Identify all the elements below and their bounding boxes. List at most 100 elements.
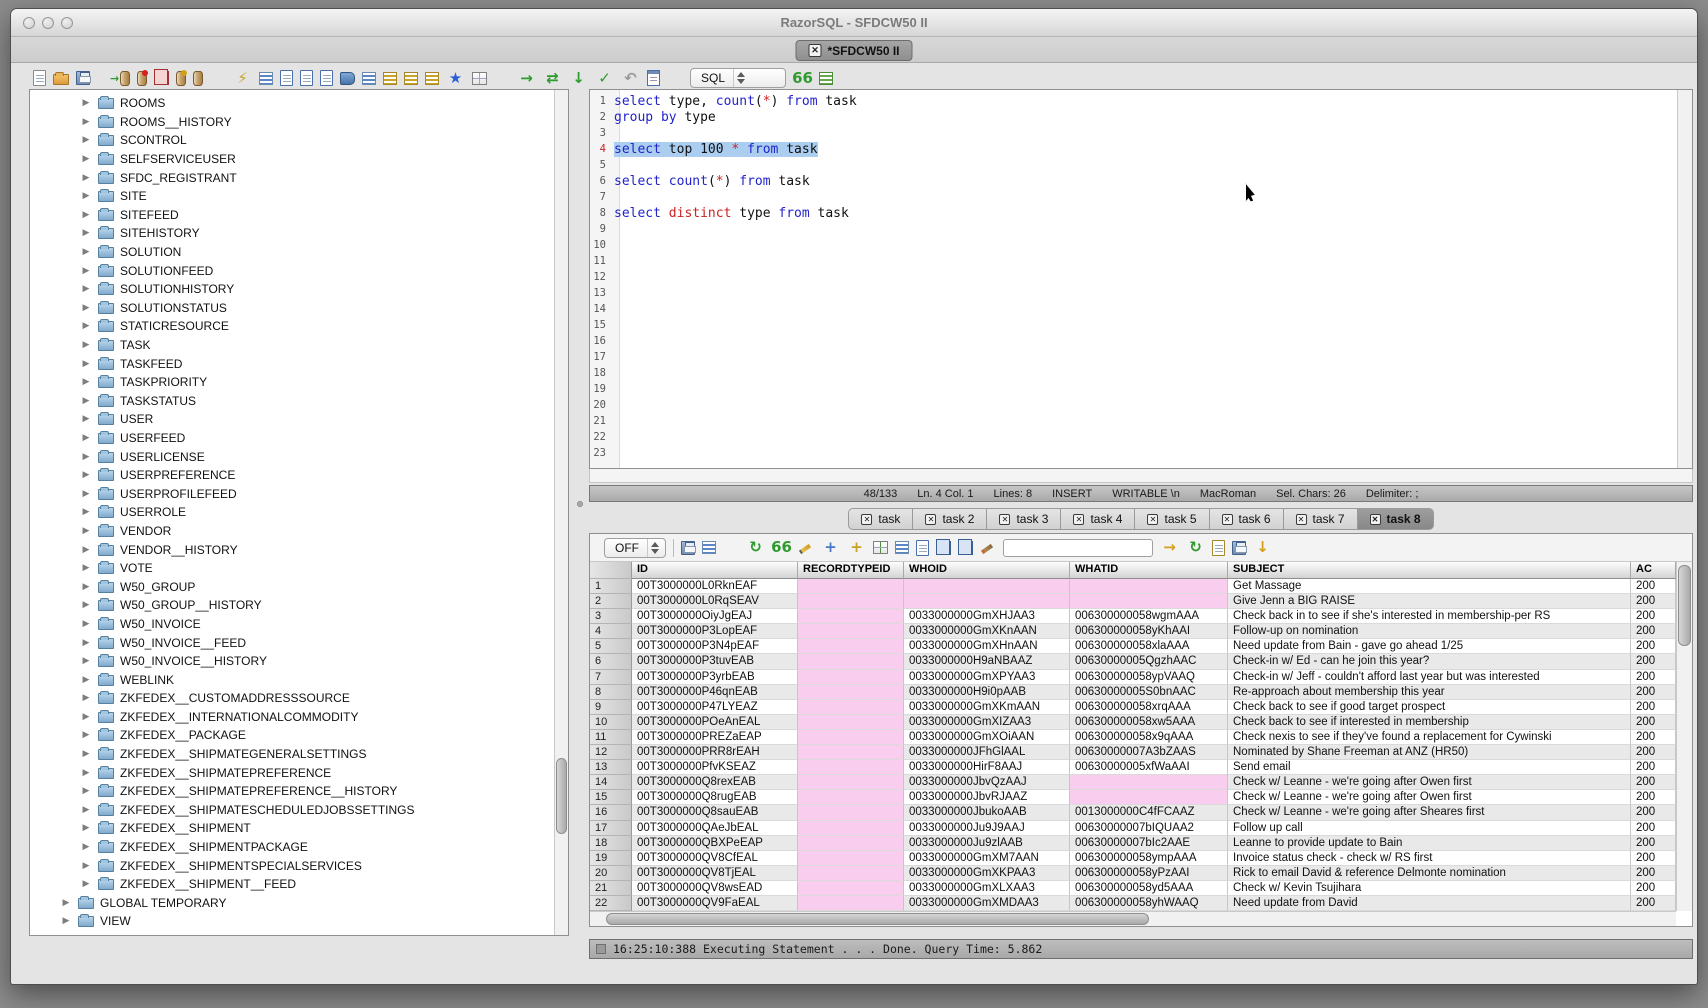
table-row[interactable]: 100T3000000L0RknEAFGet Massage200 — [590, 579, 1676, 594]
disclosure-triangle-icon[interactable]: ▶ — [80, 452, 92, 462]
disclosure-triangle-icon[interactable]: ▶ — [80, 154, 92, 164]
sidebar-item-solutionhistory[interactable]: ▶SOLUTIONHISTORY — [30, 280, 554, 299]
table-row[interactable]: 1200T3000000PRR8rEAH0033000000JFhGlAAL00… — [590, 745, 1676, 760]
grid-cell[interactable]: 00630000007bIc2AAE — [1070, 836, 1228, 851]
row-number[interactable]: 6 — [590, 654, 632, 669]
grid-cell[interactable] — [1070, 790, 1228, 805]
grid-cell[interactable]: 00T3000000PRR8rEAH — [632, 745, 798, 760]
disclosure-triangle-icon[interactable]: ▶ — [80, 247, 92, 257]
search-results-input[interactable] — [1003, 539, 1153, 557]
grid-cell[interactable] — [1070, 775, 1228, 790]
editor-line[interactable]: 1select type, count(*) from task — [590, 93, 1677, 109]
editor-line[interactable]: 6select count(*) from task — [590, 173, 1677, 189]
grid-cell[interactable] — [798, 670, 904, 685]
grid-cell[interactable]: 0033000000H9i0pAAB — [904, 685, 1070, 700]
save-grid-icon[interactable] — [1232, 541, 1246, 555]
table-row[interactable]: 300T3000000OiyJgEAJ0033000000GmXHJAA3006… — [590, 609, 1676, 624]
result-tab-task[interactable]: ✕task — [848, 508, 913, 530]
grid-cell[interactable]: 200 — [1631, 790, 1676, 805]
sidebar-item-selfserviceuser[interactable]: ▶SELFSERVICEUSER — [30, 150, 554, 169]
disclosure-triangle-icon[interactable]: ▶ — [80, 135, 92, 145]
rollback-icon[interactable]: ↶ — [621, 69, 640, 88]
grid-cell[interactable]: 0033000000GmXLXAA3 — [904, 881, 1070, 896]
table-pane-icon[interactable] — [895, 541, 909, 554]
limit-select[interactable]: OFF — [604, 538, 666, 558]
sidebar-item-taskfeed[interactable]: ▶TASKFEED — [30, 354, 554, 373]
sidebar-item-zkfedex-shipment[interactable]: ▶ZKFEDEX__SHIPMENT — [30, 819, 554, 838]
disclosure-triangle-icon[interactable]: ▶ — [80, 749, 92, 759]
grid-cell[interactable]: 006300000058yhWAAQ — [1070, 896, 1228, 911]
editor-line[interactable]: 3 — [590, 125, 1677, 141]
grid-cell[interactable]: Leanne to provide update to Bain — [1228, 836, 1631, 851]
editor-vertical-scrollbar[interactable] — [1677, 90, 1692, 468]
disclosure-triangle-icon[interactable]: ▶ — [80, 823, 92, 833]
grid-cell[interactable]: Check back in to see if she's interested… — [1228, 609, 1631, 624]
disclosure-triangle-icon[interactable]: ▶ — [80, 470, 92, 480]
sidebar-item-w50-group[interactable]: ▶W50_GROUP — [30, 577, 554, 596]
refresh-results-icon[interactable]: ↻ — [746, 538, 765, 557]
row-number[interactable]: 1 — [590, 579, 632, 594]
code-text[interactable]: select distinct type from task — [614, 206, 849, 221]
sidebar-item-taskpriority[interactable]: ▶TASKPRIORITY — [30, 373, 554, 392]
row-number[interactable]: 11 — [590, 730, 632, 745]
disclosure-triangle-icon[interactable]: ▶ — [60, 898, 72, 908]
grid-cell[interactable]: 200 — [1631, 730, 1676, 745]
grid-cell[interactable]: 200 — [1631, 579, 1676, 594]
grid-cell[interactable]: Check back to see if good target prospec… — [1228, 700, 1631, 715]
grid-cell[interactable] — [798, 866, 904, 881]
editor-line[interactable]: 2group by type — [590, 109, 1677, 125]
grid-cell[interactable]: 00T3000000QAeJbEAL — [632, 821, 798, 836]
grid-cell[interactable]: 200 — [1631, 821, 1676, 836]
grid-cell[interactable]: 006300000058yPzAAI — [1070, 866, 1228, 881]
grid-cell[interactable] — [798, 881, 904, 896]
grid-cell[interactable]: 200 — [1631, 881, 1676, 896]
grid-cell[interactable] — [798, 851, 904, 866]
sidebar-item-vote[interactable]: ▶VOTE — [30, 559, 554, 578]
row-number[interactable]: 12 — [590, 745, 632, 760]
sidebar-item-zkfedex-shipmentpackage[interactable]: ▶ZKFEDEX__SHIPMENTPACKAGE — [30, 838, 554, 857]
grid-cell[interactable]: 006300000058wgmAAA — [1070, 609, 1228, 624]
sidebar-item-userpreference[interactable]: ▶USERPREFERENCE — [30, 466, 554, 485]
grid-cell[interactable]: 006300000058xlaAAA — [1070, 639, 1228, 654]
reload-table-icon[interactable] — [873, 541, 888, 554]
table-row[interactable]: 1000T3000000POeAnEAL0033000000GmXIZAA300… — [590, 715, 1676, 730]
disclosure-triangle-icon[interactable]: ▶ — [80, 98, 92, 108]
results-page-icon[interactable] — [916, 540, 929, 556]
editor-line[interactable]: 21 — [590, 413, 1677, 429]
sidebar-item-w50-invoice-history[interactable]: ▶W50_INVOICE__HISTORY — [30, 652, 554, 671]
row-number[interactable]: 8 — [590, 685, 632, 700]
favorites-star-icon[interactable]: ★ — [446, 69, 465, 88]
find-next-icon[interactable]: → — [1160, 538, 1179, 557]
grid-cell[interactable]: 200 — [1631, 594, 1676, 609]
grid-cell[interactable]: 00T3000000QV8CfEAL — [632, 851, 798, 866]
grid-cell[interactable]: 0033000000JbvQzAAJ — [904, 775, 1070, 790]
grid-cell[interactable]: 006300000058xw5AAA — [1070, 715, 1228, 730]
sidebar-item-vendor-history[interactable]: ▶VENDOR__HISTORY — [30, 540, 554, 559]
grid-cell[interactable] — [798, 836, 904, 851]
grid-cell[interactable]: Check-in w/ Ed - can he join this year? — [1228, 654, 1631, 669]
table-row[interactable]: 1900T3000000QV8CfEAL0033000000GmXM7AAN00… — [590, 851, 1676, 866]
editor-line[interactable]: 13 — [590, 285, 1677, 301]
copy-connection-icon[interactable] — [157, 71, 169, 85]
sidebar-item-weblink[interactable]: ▶WEBLINK — [30, 670, 554, 689]
table-row[interactable]: 400T3000000P3LopEAF0033000000GmXKnAAN006… — [590, 624, 1676, 639]
add-connection-icon[interactable] — [176, 71, 186, 86]
sidebar-vertical-scrollbar[interactable] — [554, 90, 568, 935]
grid-cell[interactable]: Check w/ Leanne - we're going after Owen… — [1228, 775, 1631, 790]
scrollbar-thumb[interactable] — [606, 913, 1149, 925]
sql-history-icon[interactable] — [647, 70, 660, 86]
execute-lightning-icon[interactable]: ⚡ — [233, 69, 252, 88]
insert-column-icon[interactable]: + — [821, 538, 840, 557]
sidebar-item-userprofilefeed[interactable]: ▶USERPROFILEFEED — [30, 484, 554, 503]
execute-statement-icon[interactable]: → — [517, 69, 536, 88]
close-result-tab-icon[interactable]: ✕ — [1370, 514, 1381, 525]
edit-document-icon[interactable] — [320, 70, 333, 86]
grid-cell[interactable]: 00T3000000QV9FaEAL — [632, 896, 798, 911]
editor-line[interactable]: 15 — [590, 317, 1677, 333]
editor-line[interactable]: 10 — [590, 237, 1677, 253]
grid-cell[interactable]: 00T3000000P3LopEAF — [632, 624, 798, 639]
results-grid[interactable]: IDRECORDTYPEIDWHOIDWHATIDSUBJECTAC 100T3… — [590, 562, 1676, 911]
disclosure-triangle-icon[interactable]: ▶ — [80, 414, 92, 424]
execute-fetch-icon[interactable]: ⇄ — [543, 69, 562, 88]
grid-cell[interactable]: 0033000000JbukoAAB — [904, 805, 1070, 820]
